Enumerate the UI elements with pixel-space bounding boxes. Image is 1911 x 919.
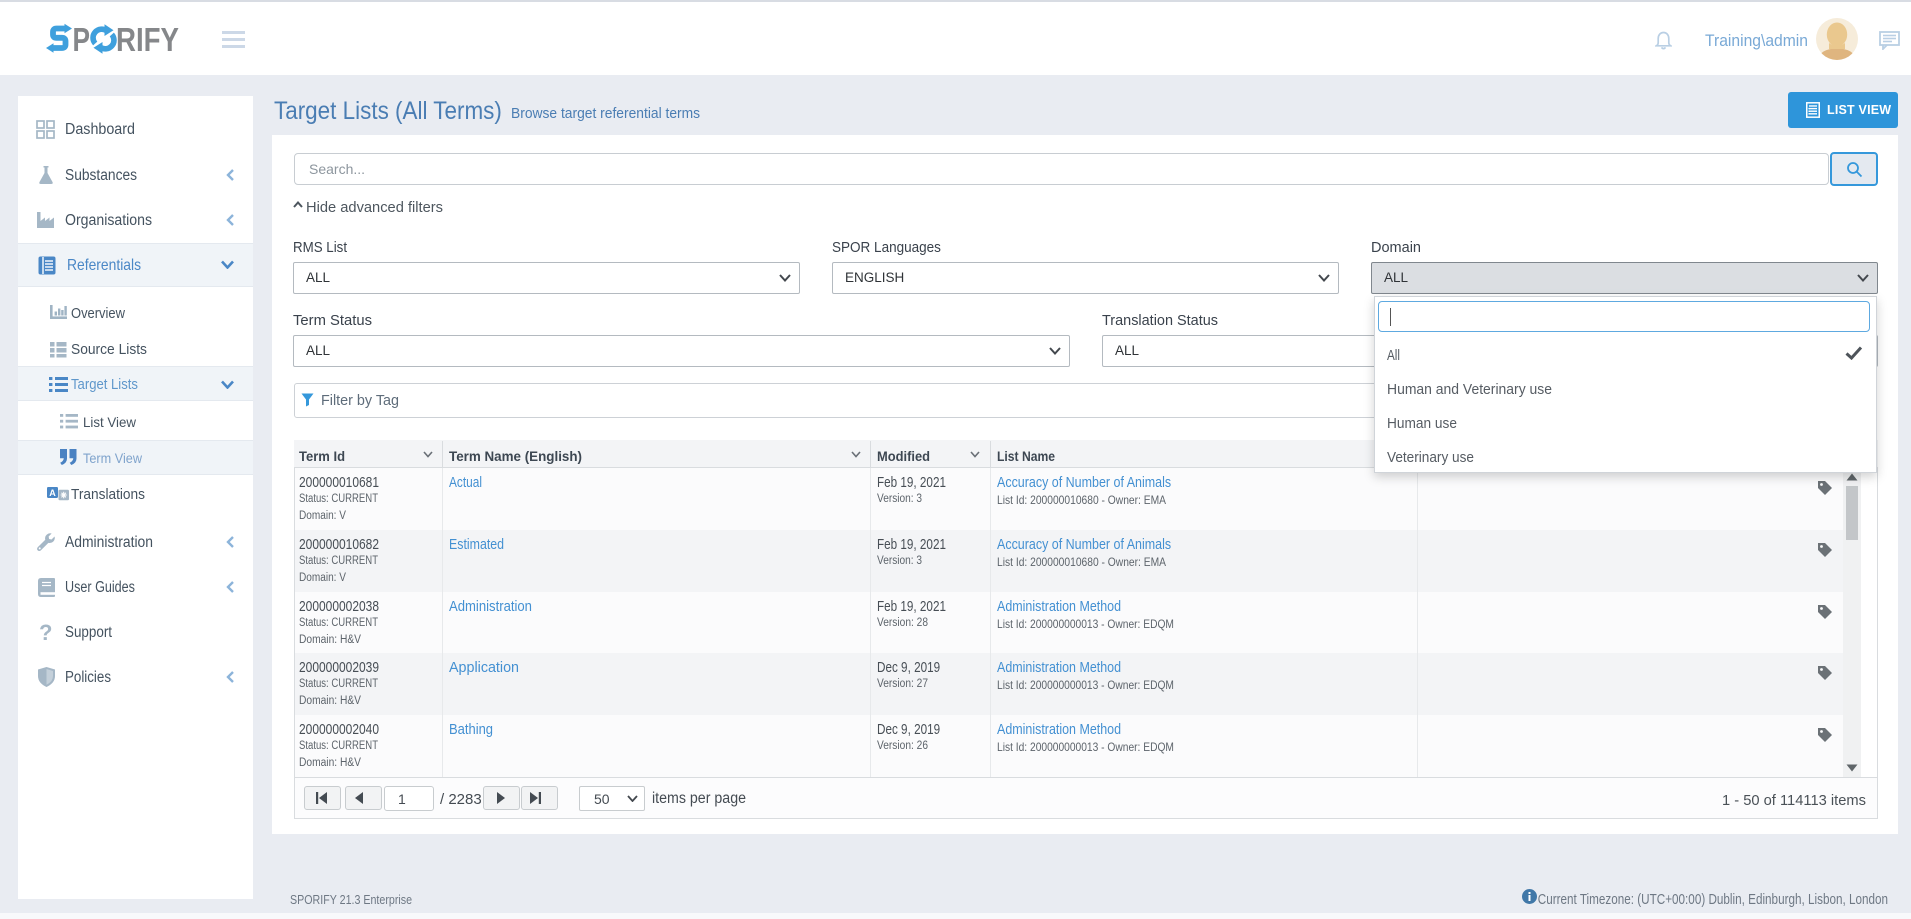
svg-text:RIFY: RIFY	[116, 23, 179, 56]
svg-text:A: A	[49, 488, 56, 498]
svg-text:P: P	[73, 23, 91, 56]
